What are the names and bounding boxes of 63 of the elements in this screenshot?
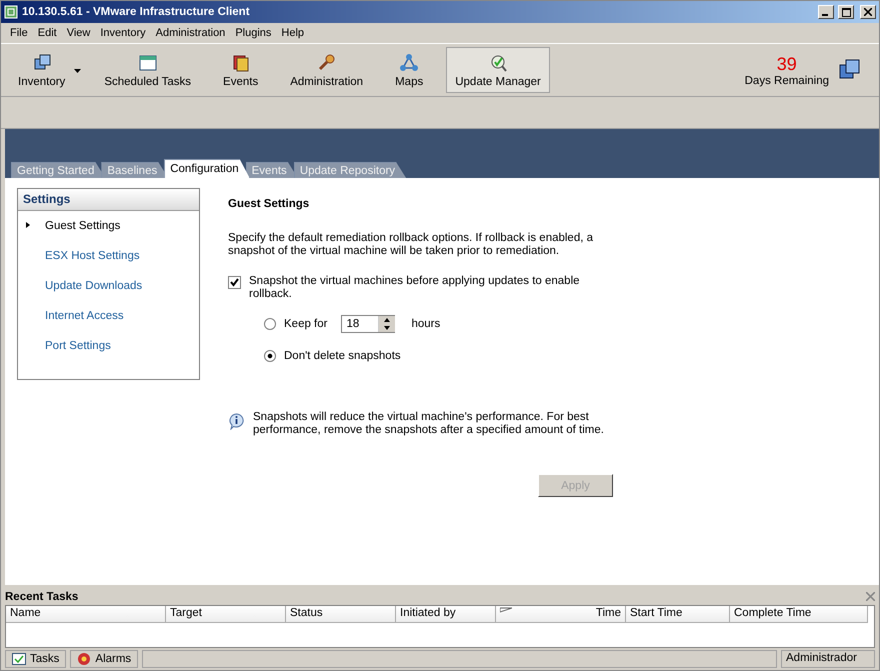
snapshot-label: Snapshot the virtual machines before applying updates to enable rollback. bbox=[249, 275, 581, 301]
column-header[interactable]: Time bbox=[496, 606, 626, 623]
column-header[interactable]: Name bbox=[6, 606, 166, 623]
alarm-icon bbox=[77, 652, 92, 666]
column-header[interactable]: Status bbox=[286, 606, 396, 623]
settings-link[interactable]: Internet Access bbox=[18, 301, 199, 331]
menu-item[interactable]: Plugins bbox=[230, 27, 276, 39]
option-label: Don't delete snapshots bbox=[284, 350, 401, 362]
pointer-icon bbox=[26, 222, 30, 228]
column-header[interactable]: Start Time bbox=[626, 606, 730, 623]
toolbar-button[interactable]: Inventory bbox=[9, 47, 74, 93]
license-icon[interactable] bbox=[839, 59, 861, 81]
sort-icon bbox=[500, 607, 512, 615]
radio-button[interactable] bbox=[264, 350, 276, 362]
menu-item[interactable]: Administration bbox=[150, 27, 230, 39]
tasks-icon bbox=[12, 653, 26, 665]
radio-button[interactable] bbox=[264, 318, 276, 330]
settings-link[interactable]: Port Settings bbox=[18, 331, 199, 361]
settings-title: Settings bbox=[18, 189, 199, 211]
column-header[interactable]: Target bbox=[166, 606, 286, 623]
days-label: Days Remaining bbox=[744, 74, 829, 86]
close-button[interactable] bbox=[860, 5, 876, 19]
hours-label: hours bbox=[411, 318, 440, 330]
toolbar-button[interactable]: Scheduled Tasks bbox=[95, 47, 200, 93]
section-heading: Guest Settings bbox=[228, 198, 310, 210]
settings-link[interactable]: ESX Host Settings bbox=[18, 241, 199, 271]
menu-item[interactable]: Inventory bbox=[95, 27, 151, 39]
settings-link[interactable]: Update Downloads bbox=[18, 271, 199, 301]
toolbar-button[interactable]: Maps bbox=[386, 47, 432, 93]
menu-item[interactable]: File bbox=[5, 27, 33, 39]
network-icon bbox=[400, 54, 418, 70]
tasks-button[interactable]: Tasks bbox=[5, 650, 66, 668]
minimize-button[interactable] bbox=[818, 5, 834, 19]
days-count: 39 bbox=[776, 54, 797, 74]
column-header[interactable]: Initiated by bbox=[396, 606, 496, 623]
dropdown-icon[interactable] bbox=[74, 68, 82, 72]
settings-link[interactable]: Guest Settings bbox=[18, 211, 199, 241]
description-text: Specify the default remediation rollback options. If rollback is enabled, a snapshot of the virtual machine will be taken prior to remediation. bbox=[228, 232, 594, 258]
info-icon bbox=[228, 413, 245, 430]
menu-item[interactable]: Edit bbox=[32, 27, 62, 39]
tab[interactable]: Configuration bbox=[164, 159, 250, 178]
events-icon bbox=[233, 55, 248, 71]
user-name: Administrador bbox=[781, 650, 875, 668]
option-label: Keep for bbox=[284, 318, 328, 330]
calendar-icon bbox=[139, 55, 156, 70]
maximize-icon bbox=[842, 8, 850, 16]
toolbar-button[interactable]: Events bbox=[214, 47, 268, 93]
inventory-icon bbox=[34, 54, 50, 69]
snapshot-checkbox[interactable] bbox=[228, 276, 241, 289]
recent-tasks-title: Recent Tasks bbox=[5, 590, 78, 602]
maximize-button[interactable] bbox=[838, 5, 854, 19]
menu-item[interactable]: Help bbox=[276, 27, 310, 39]
toolbar-button[interactable]: Update Manager bbox=[446, 47, 550, 93]
info-text: Snapshots will reduce the virtual machine's performance. For best performance, remove the snapshots after a specified amount of time. bbox=[253, 411, 605, 437]
app-icon bbox=[4, 5, 18, 19]
toolbar-button[interactable]: Administration bbox=[281, 47, 372, 93]
alarms-button[interactable]: Alarms bbox=[70, 650, 138, 668]
menu-item[interactable]: View bbox=[62, 27, 96, 39]
close-icon bbox=[864, 8, 872, 16]
hours-spinner[interactable]: 18 bbox=[341, 315, 396, 333]
window-title: 10.130.5.61 - VMware Infrastructure Client bbox=[22, 6, 251, 18]
column-header[interactable]: Complete Time bbox=[730, 606, 868, 623]
update-icon bbox=[492, 55, 507, 72]
